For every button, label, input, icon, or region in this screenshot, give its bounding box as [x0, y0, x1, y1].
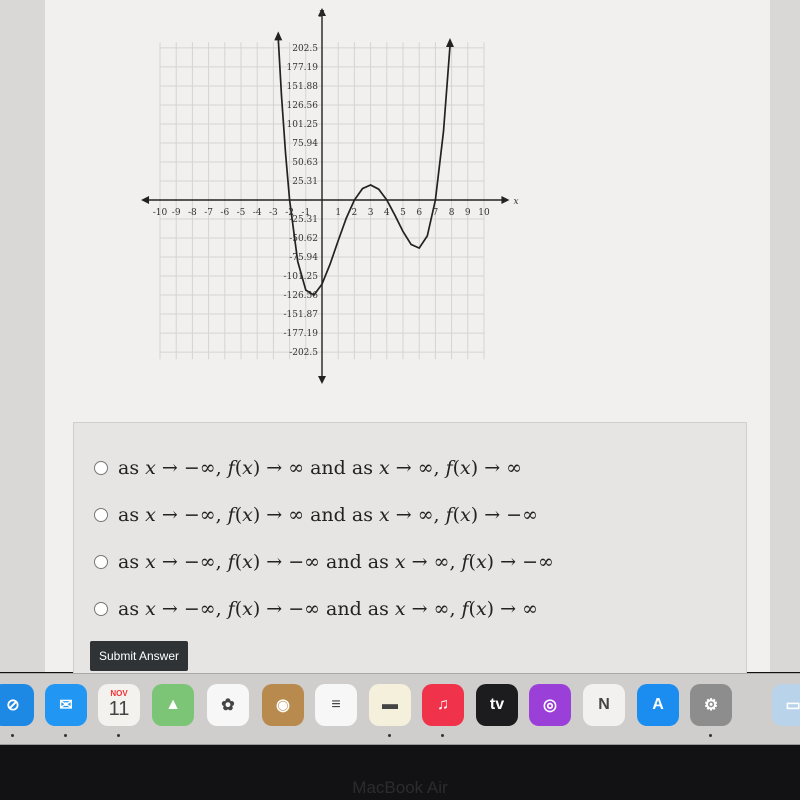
preview-icon: ▭ [785, 697, 800, 714]
music-icon: ♫ [437, 696, 449, 713]
x-tick-label: 6 [416, 208, 422, 218]
x-tick-label: -5 [237, 208, 246, 218]
y-tick-label: 50.63 [292, 158, 318, 168]
device-label: MacBook Air [352, 778, 448, 797]
news-icon: N [598, 696, 610, 713]
x-tick-label: 10 [478, 208, 490, 218]
podcasts-icon: ◎ [543, 697, 557, 714]
answer-options: as 𝑥 → −∞, 𝑓(𝑥) → ∞ and as 𝑥 → ∞, 𝑓(𝑥) →… [73, 422, 747, 674]
x-axis-arrow-right [501, 196, 510, 204]
dock-app-safari[interactable]: ⊘ [0, 684, 34, 726]
y-tick-label: 25.31 [292, 177, 318, 187]
option-label: as 𝑥 → −∞, 𝑓(𝑥) → −∞ and as 𝑥 → ∞, 𝑓(𝑥) … [118, 598, 538, 620]
x-tick-label: 1 [335, 208, 341, 218]
dock-app-news[interactable]: N [583, 684, 625, 726]
tv-icon: tv [489, 696, 505, 713]
y-tick-label: 75.94 [292, 139, 318, 149]
radio-button[interactable] [94, 555, 108, 569]
mail-icon: ✉ [59, 697, 73, 714]
running-indicator [709, 734, 712, 737]
y-tick-label: -151.87 [283, 310, 318, 320]
y-axis-label: y [318, 8, 325, 18]
running-indicator [64, 734, 67, 737]
safari-icon: ⊘ [6, 697, 20, 714]
dock-app-calendar[interactable]: NOV 11 [98, 684, 140, 726]
y-tick-label: 126.56 [287, 101, 319, 111]
y-tick-label: -75.94 [289, 253, 318, 263]
submit-answer-button[interactable]: Submit Answer [90, 641, 188, 671]
x-tick-label: -3 [269, 208, 278, 218]
dock-app-contacts[interactable]: ◉ [262, 684, 304, 726]
dock-app-reminders[interactable]: ≡ [315, 684, 357, 726]
dock-app-photos[interactable]: ✿ [207, 684, 249, 726]
x-tick-label: -4 [253, 208, 262, 218]
dock-app-podcasts[interactable]: ◎ [529, 684, 571, 726]
x-tick-label: 8 [449, 208, 455, 218]
answer-option[interactable]: as 𝑥 → −∞, 𝑓(𝑥) → ∞ and as 𝑥 → ∞, 𝑓(𝑥) →… [94, 504, 538, 526]
dock-app-notes[interactable]: ▬ [369, 684, 411, 726]
radio-button[interactable] [94, 508, 108, 522]
option-label: as 𝑥 → −∞, 𝑓(𝑥) → −∞ and as 𝑥 → ∞, 𝑓(𝑥) … [118, 551, 554, 573]
contacts-icon: ◉ [276, 697, 290, 714]
running-indicator [388, 734, 391, 737]
radio-button[interactable] [94, 602, 108, 616]
y-tick-label: 202.5 [292, 44, 318, 54]
x-axis-arrow-left [141, 196, 150, 204]
x-tick-label: -10 [153, 208, 168, 218]
calendar-icon: 11 [108, 698, 130, 720]
y-tick-label: -202.5 [289, 348, 318, 358]
calendar-month: NOV [110, 689, 128, 698]
x-tick-label: 4 [384, 208, 390, 218]
photos-icon: ✿ [221, 697, 235, 714]
y-tick-label: 177.19 [287, 63, 319, 73]
dock-app-tv[interactable]: tv [476, 684, 518, 726]
dock-app-app-store[interactable]: A [637, 684, 679, 726]
y-axis-arrow-down [318, 376, 326, 384]
dock: ⊘ ✉ NOV 11 ▲ ✿ ◉ ≡ ▬ ♫ tv ◎ N A ⚙ ▭ [0, 673, 800, 746]
x-tick-label: -9 [172, 208, 181, 218]
function-graph: xy-10 -9 -8 -7 -6 -5 -4 -3 -2 -1 1 2 3 4 5 6 7 8 9 10202.51… [141, 8, 519, 384]
dock-app-preview[interactable]: ▭ [772, 684, 800, 726]
x-axis-label: x [513, 197, 518, 207]
curve-arrow-left [274, 31, 283, 41]
x-tick-label: -6 [220, 208, 229, 218]
y-tick-label: -126.56 [283, 291, 318, 301]
running-indicator [441, 734, 444, 737]
running-indicator [117, 734, 120, 737]
notes-icon: ▬ [382, 696, 398, 713]
system-settings-icon: ⚙ [703, 697, 719, 714]
x-tick-label: -7 [204, 208, 213, 218]
curve-arrow-right [445, 38, 454, 48]
y-tick-label: 151.88 [287, 82, 319, 92]
x-tick-label: 5 [400, 208, 406, 218]
y-tick-label: -177.19 [283, 329, 318, 339]
radio-button[interactable] [94, 461, 108, 475]
running-indicator [11, 734, 14, 737]
y-tick-label: 101.25 [287, 120, 319, 130]
dock-app-system-settings[interactable]: ⚙ [690, 684, 732, 726]
dock-app-music[interactable]: ♫ [422, 684, 464, 726]
option-label: as 𝑥 → −∞, 𝑓(𝑥) → ∞ and as 𝑥 → ∞, 𝑓(𝑥) →… [118, 504, 538, 526]
answer-option[interactable]: as 𝑥 → −∞, 𝑓(𝑥) → −∞ and as 𝑥 → ∞, 𝑓(𝑥) … [94, 551, 554, 573]
dock-app-maps[interactable]: ▲ [152, 684, 194, 726]
answer-option[interactable]: as 𝑥 → −∞, 𝑓(𝑥) → −∞ and as 𝑥 → ∞, 𝑓(𝑥) … [94, 598, 538, 620]
screen: x y -10 -9 -8 -7 -6 -5 -4 -3 -2 -1 1 2 3 4 5 6 7 8 9 10 202.5 1… [0, 0, 800, 674]
x-tick-label: -8 [188, 208, 197, 218]
maps-icon: ▲ [165, 696, 181, 713]
reminders-icon: ≡ [331, 696, 341, 713]
option-label: as 𝑥 → −∞, 𝑓(𝑥) → ∞ and as 𝑥 → ∞, 𝑓(𝑥) →… [118, 457, 523, 479]
x-tick-label: 3 [368, 208, 374, 218]
x-tick-label: 9 [465, 208, 471, 218]
app-store-icon: A [652, 696, 664, 713]
answer-option[interactable]: as 𝑥 → −∞, 𝑓(𝑥) → ∞ and as 𝑥 → ∞, 𝑓(𝑥) →… [94, 457, 522, 479]
x-tick-label: 2 [352, 208, 358, 218]
dock-app-mail[interactable]: ✉ [45, 684, 87, 726]
